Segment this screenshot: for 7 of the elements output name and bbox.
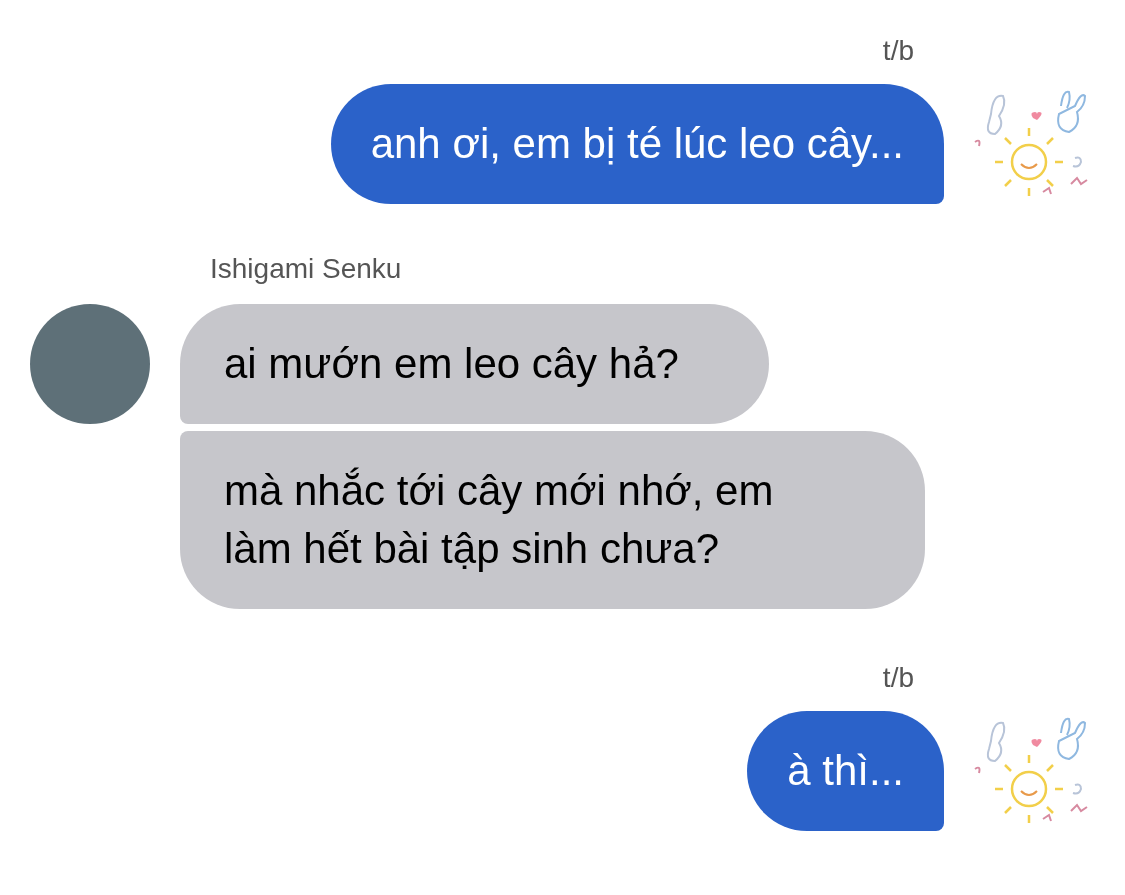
sender-name: t/b [882, 661, 914, 695]
sender-name: Ishigami Senku [210, 252, 403, 286]
message-bubble: mà nhắc tới cây mới nhớ, em làm hết bài tập sinh chưa? [180, 431, 925, 609]
message-bubble: à thì... [747, 711, 944, 831]
sender-name: t/b [882, 34, 914, 68]
message-bubble: ai mướn em leo cây hả? [180, 304, 769, 424]
message-bubble: anh ơi, em bị té lúc leo cây... [330, 84, 944, 204]
